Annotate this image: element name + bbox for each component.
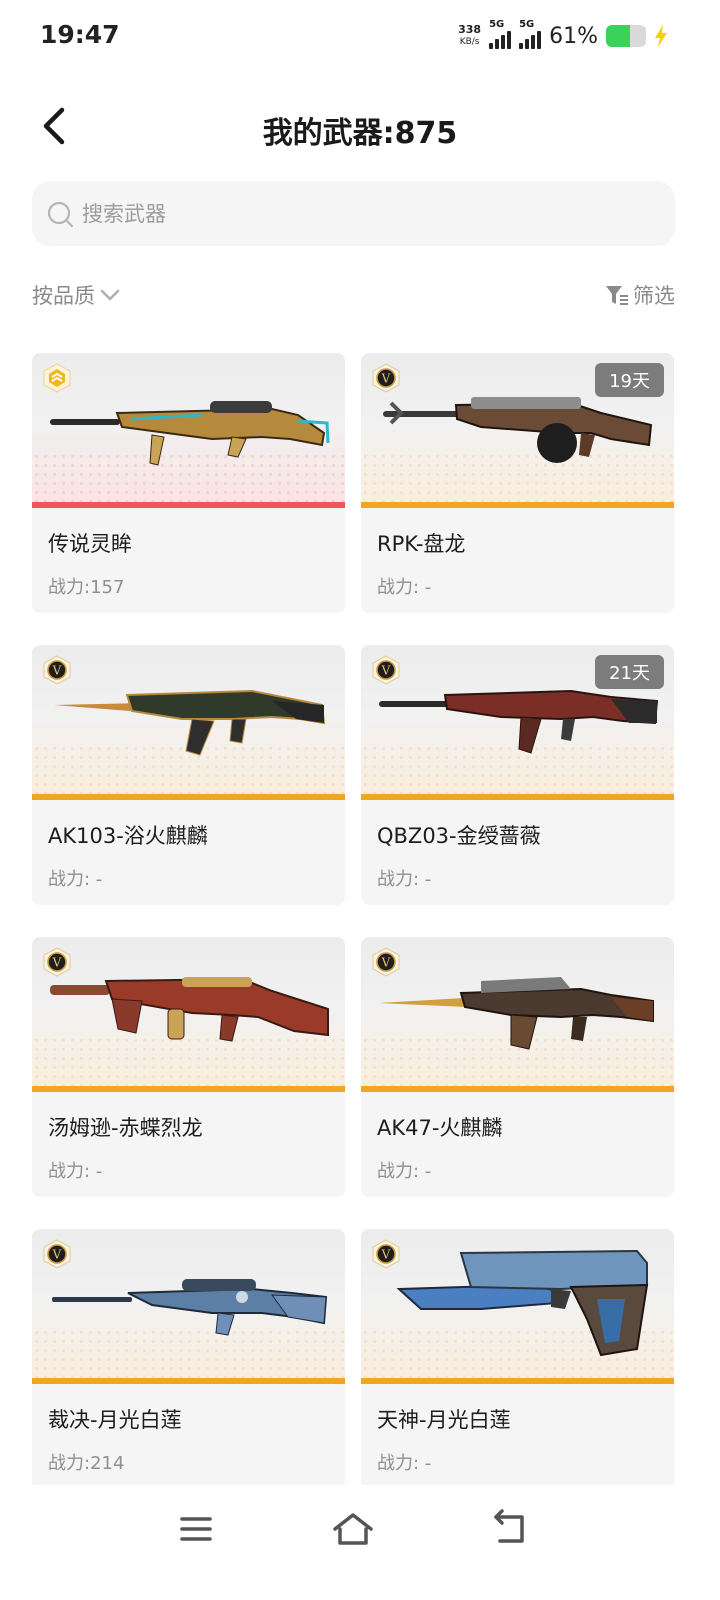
filter-icon <box>606 286 628 305</box>
svg-text:V: V <box>52 956 62 970</box>
weapon-image-area: V 21天 <box>361 645 674 800</box>
weapon-power: 战力: - <box>377 1161 432 1182</box>
weapon-power: 战力:214 <box>48 1453 125 1474</box>
network-speed-unit: KB/s <box>459 37 480 47</box>
weapon-name: 传说灵眸 <box>48 532 132 556</box>
rarity-stripe <box>361 502 674 508</box>
signal-icon-sim1: 5G <box>489 19 512 49</box>
weapon-card[interactable]: 传说灵眸 战力:157 <box>32 353 345 613</box>
filter-button[interactable]: 筛选 <box>605 280 675 310</box>
rarity-stripe <box>32 1086 345 1092</box>
weapon-card[interactable]: V 19天 RPK-盘龙 战力: - <box>361 353 674 613</box>
svg-text:V: V <box>52 1248 62 1262</box>
weapon-card[interactable]: V AK103-浴火麒麟 战力: - <box>32 645 345 905</box>
home-icon[interactable] <box>329 1507 377 1551</box>
weapon-power: 战力: - <box>377 1453 432 1474</box>
sort-label: 按品质 <box>32 284 95 308</box>
weapon-power: 战力:157 <box>48 577 125 598</box>
weapon-image-area: V <box>32 1229 345 1384</box>
header: 我的武器:875 <box>0 90 720 162</box>
svg-text:V: V <box>381 1248 391 1262</box>
weapon-name: QBZ03-金绶蔷薇 <box>377 824 541 848</box>
status-time: 19:47 <box>40 20 120 49</box>
submachine-gun-icon <box>50 977 329 1042</box>
status-bar: 19:47 338 KB/s 5G 5G 61% <box>0 0 720 70</box>
menu-icon[interactable] <box>172 1507 220 1551</box>
weapon-image-area: V <box>32 645 345 800</box>
weapon-image-area: V 19天 <box>361 353 674 508</box>
filter-row: 按品质 筛选 <box>32 280 675 314</box>
rarity-stripe <box>361 794 674 800</box>
vip-badge-icon: V <box>372 947 400 977</box>
weapon-power: 战力: - <box>377 577 432 598</box>
weapon-card[interactable]: V AK47-火麒麟 战力: - <box>361 937 674 1197</box>
expiry-badge: 21天 <box>595 655 664 689</box>
sim2-label: 5G <box>519 19 535 30</box>
battery-percent: 61% <box>549 23 598 49</box>
weapon-name: AK47-火麒麟 <box>377 1116 503 1140</box>
svg-text:V: V <box>52 664 62 678</box>
weapon-card[interactable]: V 21天 QBZ03-金绶蔷薇 战力: - <box>361 645 674 905</box>
weapon-grid: 传说灵眸 战力:157 V 19天 RPK-盘龙 战力: - V AK103-浴… <box>32 353 675 1489</box>
vip-badge-icon: V <box>43 947 71 977</box>
rarity-stripe <box>32 1378 345 1384</box>
weapon-name: 天神-月光白莲 <box>377 1408 511 1432</box>
svg-text:V: V <box>381 664 391 678</box>
vip-badge-icon: V <box>372 1239 400 1269</box>
weapon-power: 战力: - <box>377 869 432 890</box>
rarity-stripe <box>32 794 345 800</box>
page-title: 我的武器:875 <box>262 116 458 151</box>
chevron-down-icon <box>100 289 120 301</box>
battery-icon <box>606 25 646 47</box>
sim1-label: 5G <box>489 19 505 30</box>
weapon-power: 战力: - <box>48 1161 103 1182</box>
battery-fill <box>606 25 631 47</box>
svg-text:V: V <box>381 956 391 970</box>
weapon-image-area: V <box>361 937 674 1092</box>
vip-badge-icon: V <box>372 655 400 685</box>
rarity-stripe <box>32 502 345 508</box>
legend-rank-badge-icon <box>43 363 71 393</box>
search-icon <box>47 201 74 227</box>
search-bar[interactable] <box>32 181 675 246</box>
weapon-power: 战力: - <box>48 869 103 890</box>
weapon-image-area: V <box>32 937 345 1092</box>
sort-by-quality-button[interactable]: 按品质 <box>32 280 121 310</box>
network-speed: 338 KB/s <box>458 24 481 48</box>
pistol-icon <box>396 1249 649 1357</box>
weapon-card[interactable]: V 裁决-月光白莲 战力:214 <box>32 1229 345 1489</box>
weapon-card[interactable]: V 汤姆逊-赤蝶烈龙 战力: - <box>32 937 345 1197</box>
network-speed-value: 338 <box>458 23 482 36</box>
sniper-rifle-icon <box>52 1279 328 1336</box>
weapon-name: AK103-浴火麒麟 <box>48 824 208 848</box>
weapon-image-area: V <box>361 1229 674 1384</box>
weapon-name: RPK-盘龙 <box>377 532 466 556</box>
weapon-name: 裁决-月光白莲 <box>48 1408 182 1432</box>
assault-rifle-icon <box>54 689 326 756</box>
assault-rifle-icon <box>379 977 654 1050</box>
charging-icon <box>655 25 667 47</box>
svg-text:V: V <box>381 372 391 386</box>
search-input[interactable] <box>82 201 642 226</box>
back-icon[interactable] <box>486 1507 534 1551</box>
vip-badge-icon: V <box>43 1239 71 1269</box>
system-nav-bar <box>0 1485 720 1600</box>
rarity-stripe <box>361 1378 674 1384</box>
weapon-name: 汤姆逊-赤蝶烈龙 <box>48 1116 203 1140</box>
vip-badge-icon: V <box>372 363 400 393</box>
sniper-rifle-icon <box>50 401 330 466</box>
signal-icon-sim2: 5G <box>519 19 542 49</box>
filter-label: 筛选 <box>633 284 675 308</box>
vip-badge-icon: V <box>43 655 71 685</box>
status-icons: 338 KB/s 5G 5G 61% <box>458 19 668 52</box>
weapon-card[interactable]: V 天神-月光白莲 战力: - <box>361 1229 674 1489</box>
rarity-stripe <box>361 1086 674 1092</box>
expiry-badge: 19天 <box>595 363 664 397</box>
weapon-image-area <box>32 353 345 508</box>
